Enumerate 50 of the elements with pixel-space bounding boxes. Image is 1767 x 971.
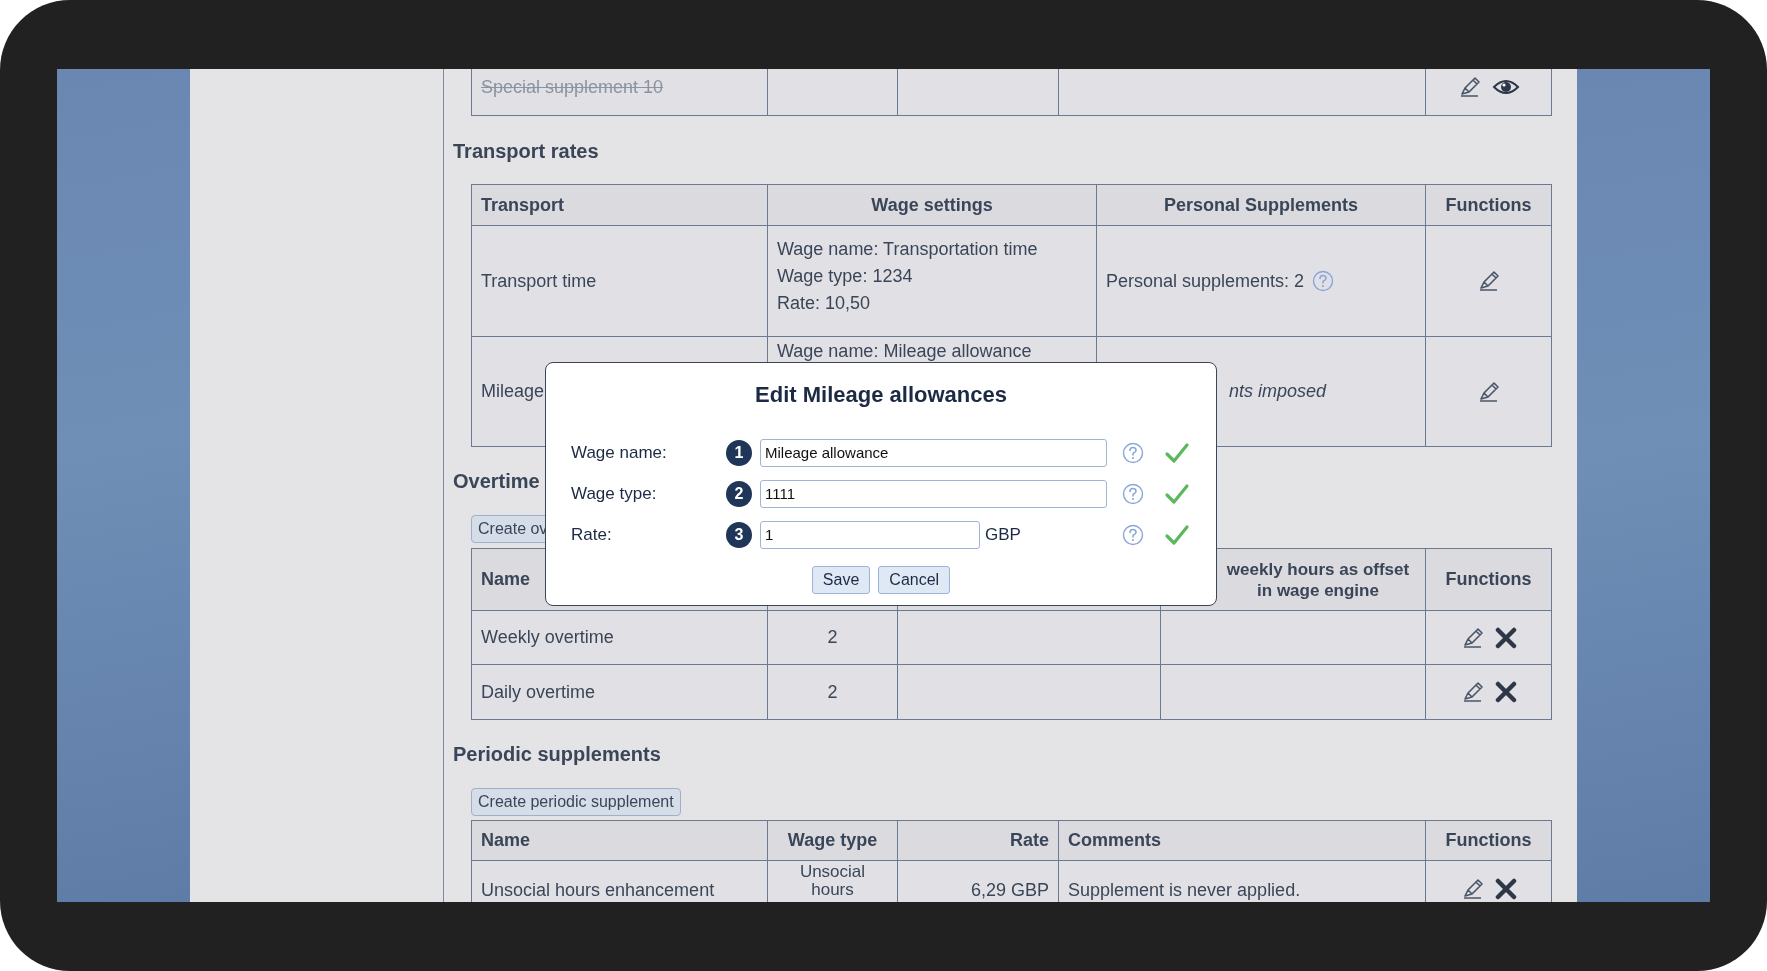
column-header: Wage type	[787, 830, 878, 850]
step-number: 1	[726, 439, 752, 466]
column-header: Functions	[1445, 830, 1532, 850]
table-cell-text: Personal supplements: 2	[1106, 269, 1305, 293]
column-header: Transport	[481, 194, 564, 215]
table-cell: Mileage	[481, 381, 545, 401]
table-cell: 2	[827, 627, 838, 647]
section-heading: Periodic supplements	[453, 742, 661, 766]
delete-icon[interactable]	[1494, 878, 1517, 900]
input-field[interactable]: Mileage allowance	[760, 438, 1107, 467]
table-cell: Unsocial hours	[799, 862, 866, 899]
table-cell: Supplement is never applied.	[1068, 880, 1301, 900]
field-label: Wage type:	[571, 482, 658, 505]
eye-icon[interactable]	[1491, 77, 1520, 97]
table-cell: 2	[827, 681, 838, 702]
input-field[interactable]: 1	[760, 520, 980, 549]
step-number: 2	[726, 480, 752, 507]
column-header: Comments	[1068, 830, 1161, 850]
column-header: Functions	[1445, 569, 1532, 589]
column-header: Name	[481, 830, 531, 850]
table-cell: Special supplement 10	[481, 76, 664, 97]
column-header: Personal Supplements	[1163, 194, 1359, 215]
delete-icon[interactable]	[1494, 626, 1517, 649]
table-cell: Wage name: Transportation time	[777, 239, 1038, 259]
table-cell: 6,29 GBP	[970, 880, 1049, 900]
field-label: Wage name:	[571, 441, 668, 464]
dialog-title: Edit Mileage allowances	[754, 381, 1008, 409]
unit-label: GBP	[985, 524, 1021, 544]
column-header: weekly hours as offset in wage engine	[1226, 559, 1410, 600]
table-cell: Weekly overtime	[481, 627, 614, 647]
table-cell: Wage name: Mileage allowance	[777, 341, 1032, 361]
column-header: Wage settings	[871, 194, 993, 215]
save-button[interactable]: Save	[811, 566, 871, 594]
cancel-button[interactable]: Cancel	[878, 566, 951, 594]
delete-icon[interactable]	[1494, 681, 1517, 703]
table-cell-text: nts imposed	[1229, 380, 1327, 403]
field-label: Rate:	[571, 523, 613, 546]
column-header: Functions	[1445, 194, 1532, 215]
section-heading: Overtime	[453, 469, 540, 493]
input-field[interactable]: 1111	[760, 479, 1107, 508]
step-number: 3	[726, 521, 752, 548]
table-cell: Unsocial hours enhancement	[481, 880, 715, 900]
column-header: Rate	[1010, 830, 1049, 850]
column-header: Name	[481, 569, 531, 589]
create-button[interactable]: Create periodic supplement	[471, 788, 681, 816]
table-cell: Transport time	[481, 270, 597, 291]
section-heading: Transport rates	[453, 139, 599, 163]
table-cell: Rate: 10,50	[777, 293, 871, 313]
table-cell: Wage type: 1234	[777, 266, 913, 286]
table-cell: Daily overtime	[481, 681, 596, 702]
